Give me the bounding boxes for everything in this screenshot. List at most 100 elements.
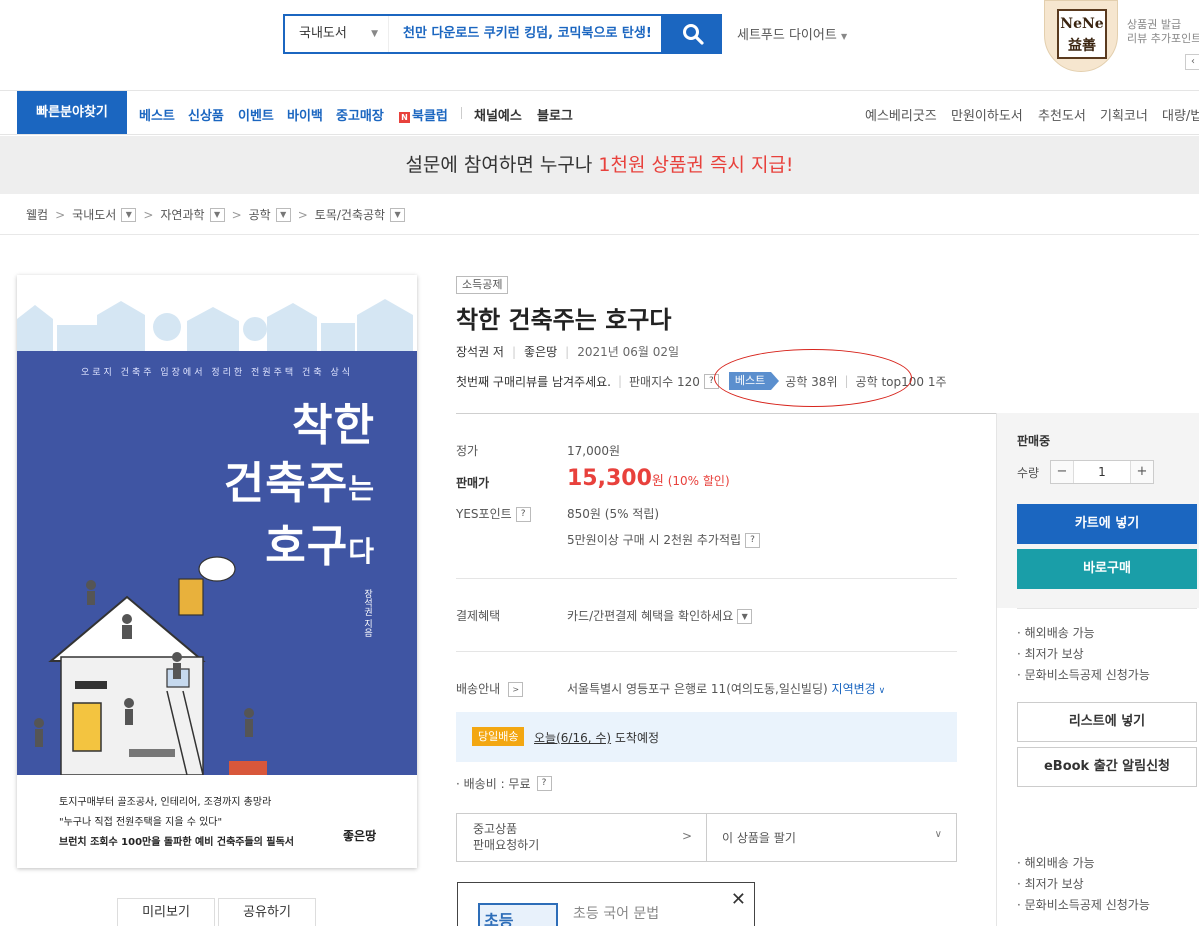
publish-date: 2021년 06월 02일 bbox=[577, 345, 680, 359]
region-change-link[interactable]: 지역변경 ∨ bbox=[832, 682, 886, 696]
buy-now-button[interactable]: 바로구매 bbox=[1017, 549, 1197, 589]
used-sell-request-button[interactable]: 중고상품 판매요청하기 > bbox=[457, 814, 707, 861]
cover-subtitle: 오로지 건축주 입장에서 정리한 전원주택 건축 상식 bbox=[80, 368, 354, 378]
today-delivery-date[interactable]: 오늘(6/16, 수) bbox=[534, 731, 611, 745]
banner-highlight: 1천원 상품권 즉시 지급! bbox=[598, 154, 794, 176]
ad-text: 초등 국어 문법 bbox=[573, 906, 660, 922]
today-delivery-text: 오늘(6/16, 수) 도착예정 bbox=[534, 729, 659, 746]
benefit-overseas: · 해외배송 가능 bbox=[1017, 626, 1095, 640]
nav-best[interactable]: 베스트 bbox=[139, 105, 175, 124]
chevron-right-icon: > bbox=[231, 207, 242, 222]
sell-this-item-select[interactable]: 이 상품을 팔기 bbox=[722, 829, 796, 846]
yes-point-label-text: YES포인트 bbox=[456, 507, 512, 521]
nene-banner[interactable]: NeNe 益善 bbox=[1044, 0, 1118, 72]
nav-event[interactable]: 이벤트 bbox=[238, 105, 274, 124]
help-icon[interactable]: ? bbox=[536, 776, 552, 791]
cover-title-line3-main: 호구 bbox=[265, 521, 349, 572]
divider: | bbox=[617, 374, 623, 388]
sales-index: 판매지수 120 bbox=[629, 374, 700, 389]
payment-benefit[interactable]: 카드/간편결제 혜택을 확인하세요 ▼ bbox=[567, 607, 753, 624]
ebook-alert-button[interactable]: eBook 출간 알림신청 bbox=[1017, 747, 1197, 787]
today-delivery-box: 당일배송 오늘(6/16, 수) 도착예정 bbox=[456, 712, 957, 762]
payment-benefit-text: 카드/간편결제 혜택을 확인하세요 bbox=[567, 609, 734, 623]
chevron-down-icon[interactable]: ▼ bbox=[390, 207, 406, 222]
search-category-label: 국내도서 bbox=[299, 26, 347, 41]
nav-used-store[interactable]: 중고매장 bbox=[336, 105, 384, 124]
nav-right-special[interactable]: 기획코너 bbox=[1100, 105, 1148, 124]
benefit-culture-deduction: · 문화비소득공제 신청가능 bbox=[1017, 898, 1150, 912]
nav-channel-yes[interactable]: 채널예스 bbox=[474, 105, 522, 124]
help-icon[interactable]: ? bbox=[515, 507, 531, 522]
cover-copy: 토지구매부터 골조공사, 인테리어, 조경까지 총망라 "누구나 직접 전원주택… bbox=[59, 793, 294, 853]
nav-new[interactable]: 신상품 bbox=[188, 105, 224, 124]
add-to-wishlist-button[interactable]: 리스트에 넣기 bbox=[1017, 702, 1197, 742]
yes-point-value: 850원 (5% 적립) bbox=[567, 507, 660, 521]
nav-divider bbox=[461, 107, 462, 119]
search-button[interactable] bbox=[663, 14, 722, 54]
chevron-right-icon[interactable]: > bbox=[508, 682, 524, 697]
delivery-address: 서울특별시 영등포구 은행로 11(여의도동,일신빌딩) 지역변경 ∨ bbox=[567, 680, 885, 697]
search-category-select[interactable]: 국내도서 ▼ bbox=[285, 16, 389, 52]
sale-price-value: 15,300 bbox=[567, 466, 652, 491]
setfood-link[interactable]: 세트푸드 다이어트 ▼ bbox=[737, 24, 847, 43]
quantity-label: 수량 bbox=[1017, 466, 1040, 480]
nav-right-bulk[interactable]: 대량/법인 bbox=[1162, 105, 1199, 124]
cover-author: 장석권 지음 bbox=[362, 589, 372, 637]
ad-banner[interactable]: 초등 초등 국어 문법 ✕ bbox=[457, 882, 755, 926]
add-to-cart-button[interactable]: 카트에 넣기 bbox=[1017, 504, 1197, 544]
quick-category-button[interactable]: 빠른분야찾기 bbox=[17, 91, 127, 134]
shipping-fee-text: · 배송비 : 무료 bbox=[456, 777, 531, 791]
delivery-address-text: 서울특별시 영등포구 은행로 11(여의도동,일신빌딩) bbox=[567, 682, 828, 696]
sale-price: 15,300원 (10% 할인) bbox=[567, 466, 730, 491]
chevron-right-icon: > bbox=[297, 207, 308, 222]
banner-text: 설문에 참여하면 누구나 bbox=[405, 154, 599, 176]
delivery-label: 배송안내 > bbox=[456, 680, 524, 697]
search-box[interactable]: 국내도서 ▼ 천만 다운로드 쿠키런 킹덤, 코믹북으로 탄생! bbox=[283, 14, 663, 54]
share-button[interactable]: 공유하기 bbox=[218, 898, 316, 926]
breadcrumb-item[interactable]: 공학 bbox=[249, 206, 271, 223]
nav-right-under10k[interactable]: 만원이하도서 bbox=[951, 105, 1023, 124]
breadcrumb-home[interactable]: 웰컴 bbox=[26, 206, 48, 223]
prev-arrow-button[interactable]: ‹ bbox=[1185, 54, 1199, 70]
quantity-input[interactable]: 1 bbox=[1073, 461, 1131, 483]
search-input[interactable]: 천만 다운로드 쿠키런 킹덤, 코믹북으로 탄생! bbox=[403, 16, 652, 52]
chevron-down-icon[interactable]: ▼ bbox=[121, 207, 137, 222]
today-delivery-badge: 당일배송 bbox=[472, 727, 525, 746]
benefit-lowest-price: · 최저가 보상 bbox=[1017, 647, 1084, 661]
sale-price-unit: 원 bbox=[651, 474, 664, 489]
side-promo[interactable]: 상품권 발급 리뷰 추가포인트 bbox=[1127, 18, 1199, 46]
breadcrumb-item[interactable]: 토목/건축공학 bbox=[315, 206, 385, 223]
quantity-minus-button[interactable]: − bbox=[1051, 461, 1073, 483]
preview-button[interactable]: 미리보기 bbox=[117, 898, 215, 926]
survey-banner[interactable]: 설문에 참여하면 누구나 1천원 상품권 즉시 지급! bbox=[0, 136, 1199, 194]
close-icon[interactable]: ✕ bbox=[731, 891, 746, 909]
breadcrumb-item[interactable]: 자연과학 bbox=[160, 206, 204, 223]
chevron-down-icon[interactable]: ▼ bbox=[275, 207, 291, 222]
bookclub-n-icon: N bbox=[399, 112, 410, 123]
divider: | bbox=[511, 345, 517, 359]
chevron-down-icon[interactable]: ▼ bbox=[209, 207, 225, 222]
nav-blog[interactable]: 블로그 bbox=[537, 105, 573, 124]
cover-publisher-logo: 좋은땅 bbox=[343, 829, 377, 843]
help-icon[interactable]: ? bbox=[745, 533, 761, 548]
nav-right-goods[interactable]: 예스베리굿즈 bbox=[865, 105, 937, 124]
shipping-fee: · 배송비 : 무료? bbox=[456, 775, 552, 792]
nav-right-recommend[interactable]: 추천도서 bbox=[1038, 105, 1086, 124]
author-link[interactable]: 장석권 저 bbox=[456, 345, 504, 359]
chevron-down-icon: ∨ bbox=[934, 829, 942, 840]
breadcrumb-item[interactable]: 국내도서 bbox=[72, 206, 116, 223]
cover-title-line1: 착한 bbox=[292, 400, 375, 451]
nav-bookclub[interactable]: N 북클럽 bbox=[399, 105, 448, 124]
divider bbox=[1017, 608, 1197, 609]
review-prompt-link[interactable]: 첫번째 구매리뷰를 남겨주세요. bbox=[456, 373, 611, 390]
quantity-plus-button[interactable]: + bbox=[1131, 461, 1153, 483]
used-goods-box: 중고상품 판매요청하기 > 이 상품을 팔기 ∨ bbox=[456, 813, 957, 862]
book-cover[interactable]: 오로지 건축주 입장에서 정리한 전원주택 건축 상식 착한 건축주는 호구다 … bbox=[17, 275, 417, 868]
today-delivery-suffix: 도착예정 bbox=[611, 731, 660, 745]
ad-logo-text: 초등 bbox=[484, 911, 514, 926]
delivery-label-text: 배송안내 bbox=[456, 682, 501, 696]
publisher-link[interactable]: 좋은땅 bbox=[524, 345, 557, 359]
chevron-right-icon: > bbox=[143, 207, 154, 222]
nav-buyback[interactable]: 바이백 bbox=[287, 105, 323, 124]
chevron-down-icon[interactable]: ▼ bbox=[737, 609, 753, 624]
